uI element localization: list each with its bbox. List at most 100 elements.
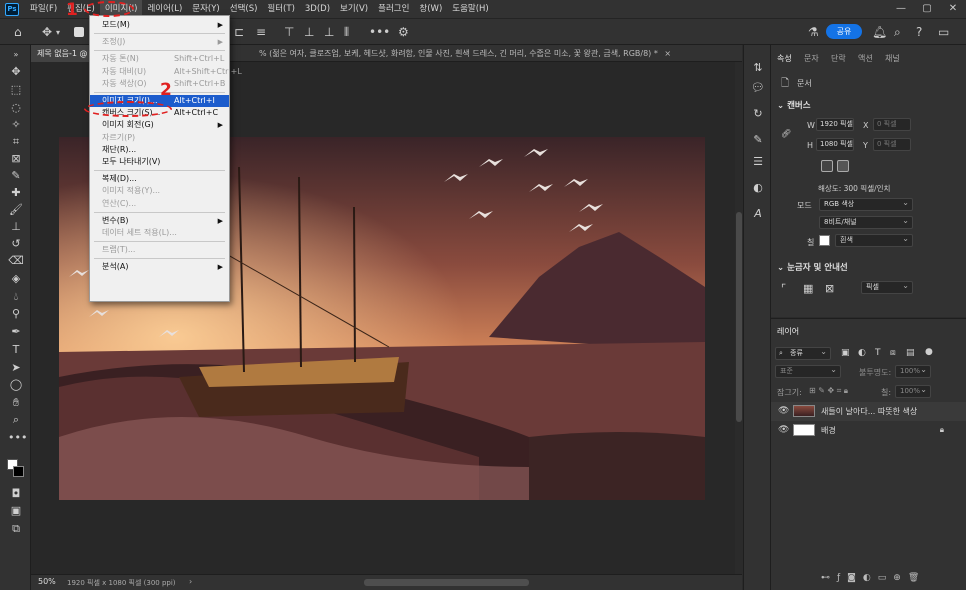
adjust-icon[interactable]: ⇅	[751, 61, 765, 75]
tab-channels[interactable]: 채널	[885, 53, 900, 64]
filter-smart-icon[interactable]: ▤	[906, 348, 915, 358]
x-field[interactable]: 0 픽셀	[873, 118, 911, 131]
more-options-icon[interactable]: •••	[369, 25, 390, 39]
adjustments-icon[interactable]: ☰	[751, 155, 765, 169]
y-field[interactable]: 0 픽셀	[873, 138, 911, 151]
eyedropper-icon[interactable]: ✎	[8, 169, 24, 183]
hand-tool-icon[interactable]: ✋︎	[8, 396, 24, 410]
layer-filter-select[interactable]: ⌕ 종류	[775, 346, 831, 360]
group-icon[interactable]: ▭	[878, 573, 894, 583]
image-menu-item[interactable]: 데이터 세트 적용(L)...	[90, 227, 229, 239]
fill-select[interactable]: 흰색	[835, 233, 913, 247]
blend-mode-select[interactable]: 표준	[775, 364, 841, 378]
landscape-orientation-icon[interactable]	[837, 160, 849, 172]
fill-opacity-field[interactable]: 100%	[895, 384, 931, 398]
chevron-down-icon[interactable]: ▾	[56, 28, 60, 37]
image-menu-item[interactable]: 분석(A) ▶	[90, 261, 229, 273]
tab-actions[interactable]: 액션	[858, 53, 873, 64]
portrait-orientation-icon[interactable]	[821, 160, 833, 172]
eye-icon[interactable]: 👁︎	[778, 425, 789, 435]
screen-mode-icon[interactable]: ▣	[8, 504, 24, 518]
grid-icon[interactable]: ▦	[803, 282, 813, 295]
home-icon[interactable]: ⌂	[14, 25, 22, 39]
filter-type-icon[interactable]: T	[875, 348, 881, 358]
align-top-icon[interactable]: ⊤	[284, 25, 294, 39]
crop-tool-icon[interactable]: ⌗	[8, 135, 24, 149]
tab-properties[interactable]: 속성	[777, 53, 792, 64]
distribute-icon[interactable]: ⫴	[344, 25, 349, 40]
help-icon[interactable]: ?	[916, 25, 922, 39]
align-bottom-icon[interactable]: ⊥	[324, 25, 334, 39]
mask-icon[interactable]: ◙	[847, 573, 863, 583]
quick-mask-icon[interactable]: ◘	[8, 487, 24, 501]
search-icon[interactable]: ⌕	[894, 25, 901, 40]
guides-icon[interactable]: ⊠	[825, 282, 834, 295]
filter-pixel-icon[interactable]: ▣	[841, 348, 850, 358]
width-field[interactable]: 1920 픽셀	[816, 118, 854, 131]
ruler-icon[interactable]: ⌜	[781, 282, 786, 295]
type-tool-icon[interactable]: T	[8, 343, 24, 357]
move-tool-icon[interactable]: ✥	[8, 65, 24, 79]
tab-close-icon[interactable]: ×	[664, 49, 671, 58]
image-menu-item[interactable]: 이미지 적용(Y)...	[90, 185, 229, 197]
pen-tool-icon[interactable]: ✒	[8, 325, 24, 339]
blur-tool-icon[interactable]: 💧︎	[8, 290, 24, 304]
healing-brush-icon[interactable]: ✚	[8, 186, 24, 200]
zoom-level[interactable]: 50%	[38, 577, 56, 586]
height-field[interactable]: 1080 픽셀	[816, 138, 854, 151]
path-select-icon[interactable]: ➤	[8, 361, 24, 375]
image-menu-item[interactable]: 트랩(T)...	[90, 244, 229, 256]
brush-settings-icon[interactable]: ✎	[751, 133, 765, 147]
menu-plugins[interactable]: 플러그인	[373, 0, 414, 18]
trash-icon[interactable]: 🗑︎	[908, 573, 926, 583]
background-color-swatch[interactable]	[13, 466, 24, 477]
gear-icon[interactable]: ⚙	[398, 25, 409, 39]
layer-name[interactable]: 새들이 날아다... 따뜻한 색상	[821, 406, 917, 417]
workspace-icon[interactable]: ▭	[938, 25, 949, 39]
ellipse-tool-icon[interactable]: ◯	[8, 378, 24, 392]
magic-wand-icon[interactable]: ✧	[8, 118, 24, 132]
new-layer-icon[interactable]: ⊕	[893, 573, 908, 583]
auto-select-checkbox[interactable]	[74, 27, 84, 37]
share-button[interactable]: 공유	[826, 24, 862, 39]
adjustment-layer-icon[interactable]: ◐	[863, 573, 878, 583]
tab-layers[interactable]: 레이어	[777, 326, 799, 337]
document-tab[interactable]: 제목 없음-1 @	[31, 45, 94, 62]
eraser-icon[interactable]: ⌫	[8, 254, 24, 268]
opacity-field[interactable]: 100%	[895, 364, 931, 378]
layer-name[interactable]: 배경	[821, 425, 836, 436]
align-center-icon[interactable]: ≡	[256, 25, 266, 39]
image-menu-item[interactable]: 조정(J) ▶	[90, 36, 229, 48]
image-menu-item[interactable]: 복제(D)...	[90, 173, 229, 185]
lasso-tool-icon[interactable]: ◌	[8, 101, 24, 115]
vertical-scroll-thumb[interactable]	[736, 212, 742, 422]
move-tool-icon[interactable]: ✥	[42, 25, 52, 39]
fill-swatch[interactable]	[819, 235, 830, 246]
color-mode-select[interactable]: RGB 색상	[819, 197, 913, 211]
lock-icons[interactable]: ⊞ ✎ ✥ ⌗ 🔒︎	[809, 386, 848, 396]
bit-depth-select[interactable]: 8비트/채널	[819, 215, 913, 229]
align-left-icon[interactable]: ⊏	[234, 25, 244, 39]
menu-view[interactable]: 보기(V)	[335, 0, 373, 18]
filter-adjust-icon[interactable]: ◐	[858, 348, 866, 358]
status-arrow[interactable]: ›	[189, 577, 192, 586]
menu-file[interactable]: 파일(F)	[25, 0, 62, 18]
edit-toolbar-icon[interactable]: ⧉	[8, 522, 24, 536]
minimize-button[interactable]: —	[888, 0, 914, 18]
tab-character[interactable]: 문자	[804, 53, 819, 64]
menu-3d[interactable]: 3D(D)	[300, 0, 335, 18]
history-icon[interactable]: ↻	[751, 107, 765, 121]
link-icon[interactable]: 🔗︎	[781, 129, 791, 138]
brush-tool-icon[interactable]: 🖌︎	[8, 203, 24, 217]
horizontal-scroll-thumb[interactable]	[364, 579, 529, 586]
link-layers-icon[interactable]: ⊷	[821, 573, 837, 583]
clone-stamp-icon[interactable]: ⊥	[8, 220, 24, 234]
image-menu-item[interactable]: 이미지 회전(G) ▶	[90, 119, 229, 131]
canvas-section-title[interactable]: ⌄ 캔버스	[777, 99, 811, 111]
menu-select[interactable]: 선택(S)	[225, 0, 263, 18]
history-brush-icon[interactable]: ↺	[8, 237, 24, 251]
image-menu-item[interactable]: 모두 나타내기(V)	[90, 156, 229, 168]
image-menu-item[interactable]: 연산(C)...	[90, 198, 229, 210]
layer-row[interactable]: 👁︎ 새들이 날아다... 따뜻한 색상	[771, 402, 966, 421]
vertical-scrollbar[interactable]	[735, 62, 743, 574]
